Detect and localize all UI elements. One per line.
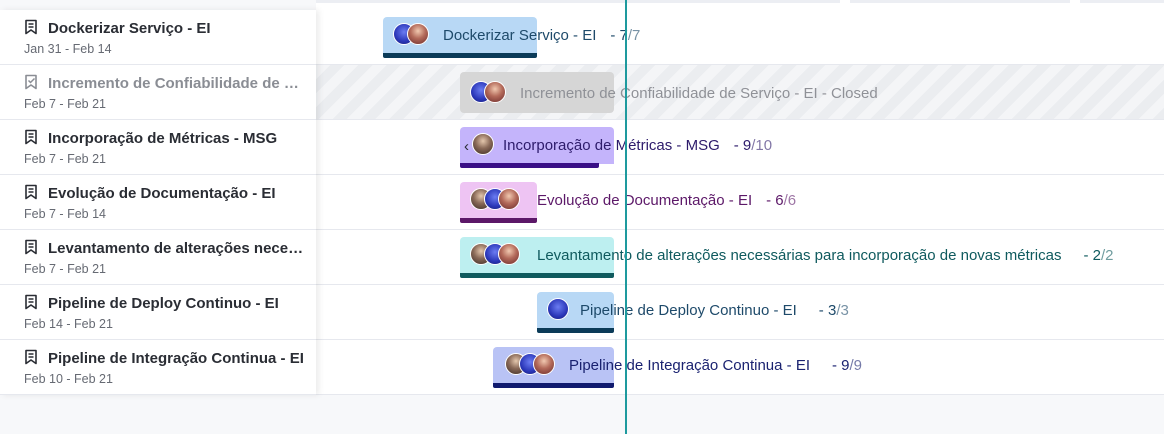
gantt-bar-label: Incremento de Confiabilidade de Serviço … [520,85,878,102]
avatar [472,133,494,155]
milestone-title: Dockerizar Serviço - EI [48,20,211,37]
milestone-dates: Feb 14 - Feb 21 [24,317,113,331]
milestone-list-item[interactable]: Dockerizar Serviço - EI Jan 31 - Feb 14 [0,10,316,65]
gantt-bar-progress-line [460,163,599,168]
milestone-list-sidebar: Dockerizar Serviço - EI Jan 31 - Feb 14 … [0,10,316,395]
bookmark-icon [25,129,37,145]
progress-total-count: /3 [836,302,849,319]
gantt-bar-title: Evolução de Documentação - EI [537,192,753,209]
progress-done-count: - 6 [766,192,784,209]
milestone-title: Incorporação de Métricas - MSG [48,130,278,147]
today-marker-line [625,0,627,434]
gantt-bar-title: Levantamento de alterações necessárias p… [537,247,1062,264]
milestone-dates: Feb 7 - Feb 21 [24,262,106,276]
milestone-dates: Jan 31 - Feb 14 [24,42,112,56]
gantt-bar-title: Incremento de Confiabilidade de Serviço … [520,85,878,102]
bookmark-icon [25,184,37,200]
milestone-title: Incremento de Confiabilidade de Serviço … [48,75,304,92]
avatar [484,81,506,103]
milestone-title: Pipeline de Deploy Continuo - EI [48,295,279,312]
chevron-left-icon[interactable]: ‹ [464,138,469,155]
progress-total-count: /10 [751,137,773,154]
bookmark-check-icon [25,74,37,90]
milestone-list-item[interactable]: Incorporação de Métricas - MSG Feb 7 - F… [0,120,316,175]
milestone-dates: Feb 7 - Feb 21 [24,97,106,111]
gantt-bar-label: Levantamento de alterações necessárias p… [537,247,1114,264]
gantt-bar-title: Incorporação de Métricas - MSG [503,137,720,154]
avatar [533,353,555,375]
assignee-avatars [470,188,526,210]
milestone-dates: Feb 7 - Feb 21 [24,152,106,166]
gantt-bar-title: Pipeline de Deploy Continuo - EI [580,302,797,319]
timeline-header-segment [850,0,1070,3]
timeline-header-strip [316,0,1164,10]
gantt-bar-label: Evolução de Documentação - EI - 6/6 [537,192,796,209]
milestone-title: Levantamento de alterações necessárias p… [48,240,304,257]
gantt-bar-progress-line [460,218,537,223]
gantt-bar-title: Dockerizar Serviço - EI [443,27,597,44]
timeline-header-segment [316,0,840,3]
progress-done-count: - 9 [832,357,850,374]
timeline-header-segment [1080,0,1164,3]
progress-done-count: - 2 [1083,247,1101,264]
progress-total-count: /7 [627,27,641,44]
milestone-dates: Feb 10 - Feb 21 [24,372,113,386]
progress-done-count: - 9 [733,137,752,154]
avatar [498,188,520,210]
assignee-avatars [470,81,510,103]
gantt-bar-progress-line [493,383,614,388]
gantt-bar-label: Dockerizar Serviço - EI - 7/7 [443,27,640,44]
milestone-list-item[interactable]: Pipeline de Integração Continua - EI Feb… [0,340,316,395]
gantt-bar-title: Pipeline de Integração Continua - EI [569,357,810,374]
bookmark-icon [25,19,37,35]
avatar [407,23,429,45]
progress-done-count: - 3 [818,302,837,319]
assignee-avatars [470,243,526,265]
progress-total-count: /6 [783,192,797,209]
progress-total-count: /2 [1100,247,1114,264]
milestone-list-item[interactable]: Pipeline de Deploy Continuo - EI Feb 14 … [0,285,316,340]
avatar [498,243,520,265]
bookmark-icon [25,239,37,255]
milestone-list-item-closed[interactable]: Incremento de Confiabilidade de Serviço … [0,65,316,120]
gantt-bar-progress-line [537,328,614,333]
milestone-title: Evolução de Documentação - EI [48,185,276,202]
assignee-avatars [472,133,496,155]
avatar [547,298,569,320]
gantt-bar-progress-line [383,53,537,58]
assignee-avatars [505,353,561,375]
gantt-bar-label: Pipeline de Integração Continua - EI - 9/… [569,357,862,374]
assignee-avatars [547,298,571,320]
milestone-list-item[interactable]: Levantamento de alterações necessárias p… [0,230,316,285]
bookmark-icon [25,294,37,310]
bookmark-icon [25,349,37,365]
gantt-bar-label: Pipeline de Deploy Continuo - EI - 3/3 [580,302,849,319]
milestone-list-item[interactable]: Evolução de Documentação - EI Feb 7 - Fe… [0,175,316,230]
milestone-title: Pipeline de Integração Continua - EI [48,350,304,367]
progress-total-count: /9 [849,357,863,374]
gantt-bar-label: Incorporação de Métricas - MSG - 9/10 [503,137,772,154]
assignee-avatars [393,23,433,45]
gantt-bar-progress-line [460,273,614,278]
milestone-dates: Feb 7 - Feb 14 [24,207,106,221]
